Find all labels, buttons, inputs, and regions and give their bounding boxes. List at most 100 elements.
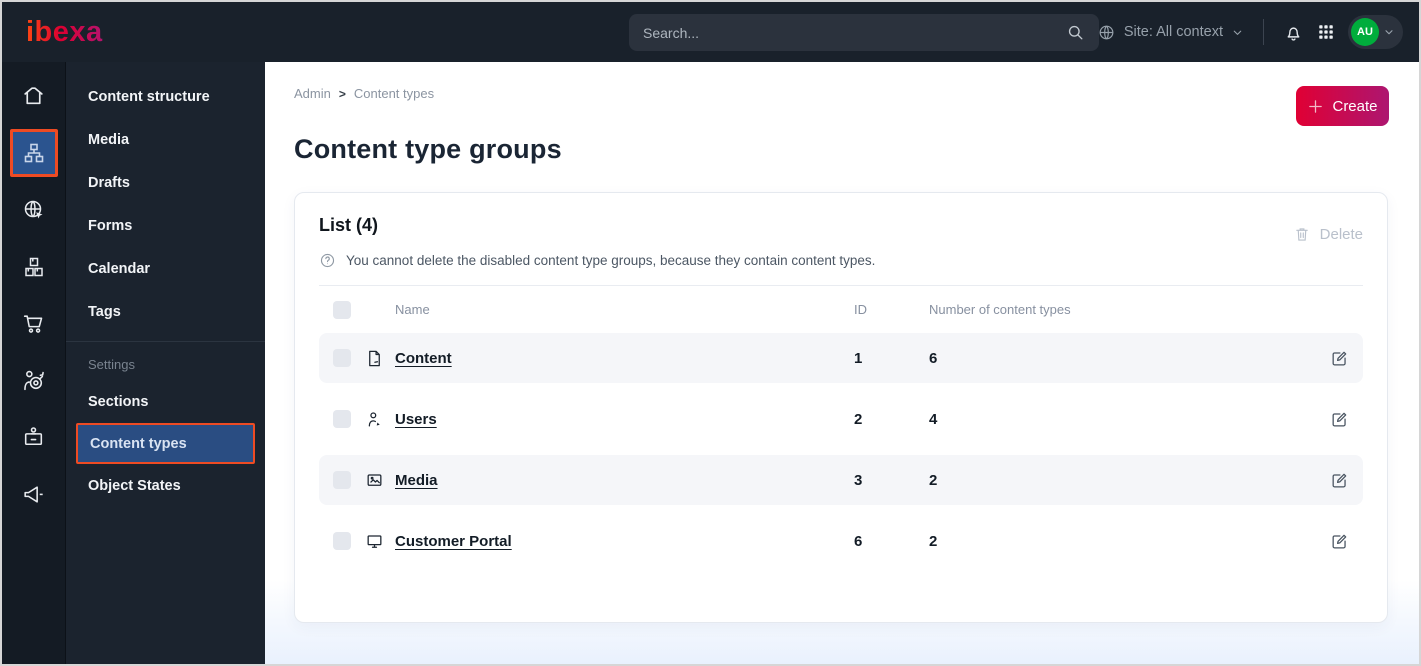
table-row: Media 3 2 xyxy=(319,455,1363,505)
cart-icon xyxy=(21,311,46,336)
nav-personalization[interactable] xyxy=(5,352,62,409)
nav-commerce[interactable] xyxy=(5,295,62,352)
nav-campaign[interactable] xyxy=(5,466,62,523)
table-header-row: Name ID Number of content types xyxy=(319,286,1363,333)
group-count: 6 xyxy=(929,349,938,367)
sidebar-item-content-types[interactable]: Content types xyxy=(76,423,255,464)
sidebar-item-sections[interactable]: Sections xyxy=(66,380,265,423)
site-globe-icon xyxy=(22,198,46,222)
edit-button[interactable] xyxy=(1309,471,1349,490)
search-icon[interactable] xyxy=(1066,23,1085,42)
chevron-down-icon xyxy=(1383,26,1395,38)
column-header-id: ID xyxy=(854,302,867,317)
sidebar-settings-label: Settings xyxy=(88,356,135,372)
sidebar-menu: Content structure Media Drafts Forms Cal… xyxy=(66,62,265,664)
notifications-bell-icon[interactable] xyxy=(1283,22,1304,43)
sidebar-item-label: Calendar xyxy=(88,260,151,277)
group-id: 1 xyxy=(854,349,863,367)
edit-icon xyxy=(1330,532,1349,551)
nav-home[interactable] xyxy=(5,67,62,124)
admin-badge-icon xyxy=(21,425,46,450)
edit-button[interactable] xyxy=(1309,349,1349,368)
top-bar: ibexa Site: All context xyxy=(2,2,1419,62)
topbar-right-cluster: Site: All context AU xyxy=(1097,2,1403,62)
list-title: List (4) xyxy=(319,215,379,235)
column-header-count: Number of content types xyxy=(929,302,1071,317)
sidebar-item-media[interactable]: Media xyxy=(66,118,265,161)
sidebar-item-label: Sections xyxy=(88,393,149,410)
row-checkbox[interactable] xyxy=(333,349,351,367)
plus-icon xyxy=(1307,98,1324,115)
breadcrumb-item-content-types: Content types xyxy=(353,86,435,101)
nav-content[interactable] xyxy=(9,128,58,177)
ibexa-logo: ibexa xyxy=(26,15,103,48)
sidebar-item-label: Content structure xyxy=(88,88,210,105)
file-icon xyxy=(365,349,395,368)
home-icon xyxy=(21,83,46,108)
row-checkbox[interactable] xyxy=(333,532,351,550)
group-count: 2 xyxy=(929,471,938,489)
group-count: 4 xyxy=(929,410,938,428)
nav-site[interactable] xyxy=(5,181,62,238)
delete-button[interactable]: Delete xyxy=(1293,225,1363,243)
create-button-label: Create xyxy=(1332,97,1378,115)
sidebar-item-label: Forms xyxy=(88,217,133,234)
edit-icon xyxy=(1330,349,1349,368)
delete-button-label: Delete xyxy=(1319,225,1363,243)
row-checkbox[interactable] xyxy=(333,471,351,489)
page-title: Content type groups xyxy=(294,134,562,164)
image-icon xyxy=(365,471,395,490)
group-link-customer-portal[interactable]: Customer Portal xyxy=(395,533,512,550)
avatar: AU xyxy=(1351,18,1379,46)
app-window: ibexa Site: All context xyxy=(0,0,1421,666)
group-count: 2 xyxy=(929,532,938,550)
column-header-name: Name xyxy=(395,302,430,317)
site-context-label: Site: All context xyxy=(1123,24,1223,40)
list-info-text: You cannot delete the disabled content t… xyxy=(346,253,876,268)
product-boxes-icon xyxy=(22,255,46,279)
edit-button[interactable] xyxy=(1309,410,1349,429)
nav-admin[interactable] xyxy=(5,409,62,466)
group-link-content[interactable]: Content xyxy=(395,350,452,367)
breadcrumb-separator: > xyxy=(338,86,346,101)
main-nav-rail xyxy=(2,62,66,664)
main-content: Admin > Content types Create Content typ… xyxy=(265,62,1419,664)
group-link-users[interactable]: Users xyxy=(395,411,437,428)
sidebar-item-calendar[interactable]: Calendar xyxy=(66,247,265,290)
megaphone-icon xyxy=(21,482,46,507)
user-icon xyxy=(365,410,395,429)
table-row: Customer Portal 6 2 xyxy=(319,516,1363,566)
table-row: Content 1 6 xyxy=(319,333,1363,383)
sidebar-item-object-states[interactable]: Object States xyxy=(66,464,265,507)
sidebar-item-label: Media xyxy=(88,131,130,148)
create-button[interactable]: Create xyxy=(1296,86,1389,126)
app-grid-icon[interactable] xyxy=(1317,23,1335,41)
breadcrumb: Admin > Content types xyxy=(294,86,1388,101)
group-id: 6 xyxy=(854,532,863,550)
search-input[interactable] xyxy=(643,24,1066,41)
table-row: Users 2 4 xyxy=(319,394,1363,444)
topbar-divider xyxy=(1263,19,1264,45)
sidebar-item-content-structure[interactable]: Content structure xyxy=(66,75,265,118)
sidebar-item-label: Tags xyxy=(88,303,121,320)
select-all-checkbox[interactable] xyxy=(333,300,351,319)
sidebar-item-label: Object States xyxy=(88,477,181,494)
sidebar-divider xyxy=(66,341,265,342)
help-circle-icon xyxy=(319,252,336,269)
edit-button[interactable] xyxy=(1309,532,1349,551)
sidebar-item-tags[interactable]: Tags xyxy=(66,290,265,333)
edit-icon xyxy=(1330,410,1349,429)
group-link-media[interactable]: Media xyxy=(395,472,438,489)
nav-product-catalog[interactable] xyxy=(5,238,62,295)
sidebar-item-label: Drafts xyxy=(88,174,130,191)
user-menu[interactable]: AU xyxy=(1348,15,1403,49)
group-id: 2 xyxy=(854,410,863,428)
sidebar-item-drafts[interactable]: Drafts xyxy=(66,161,265,204)
sidebar-item-forms[interactable]: Forms xyxy=(66,204,265,247)
row-checkbox[interactable] xyxy=(333,410,351,428)
global-search[interactable] xyxy=(629,14,1099,51)
breadcrumb-item-admin[interactable]: Admin xyxy=(294,86,331,101)
site-context-selector[interactable]: Site: All context xyxy=(1097,23,1244,42)
content-type-groups-card: List (4) Delete You cannot delete the di… xyxy=(294,192,1388,623)
globe-icon xyxy=(1097,23,1116,42)
